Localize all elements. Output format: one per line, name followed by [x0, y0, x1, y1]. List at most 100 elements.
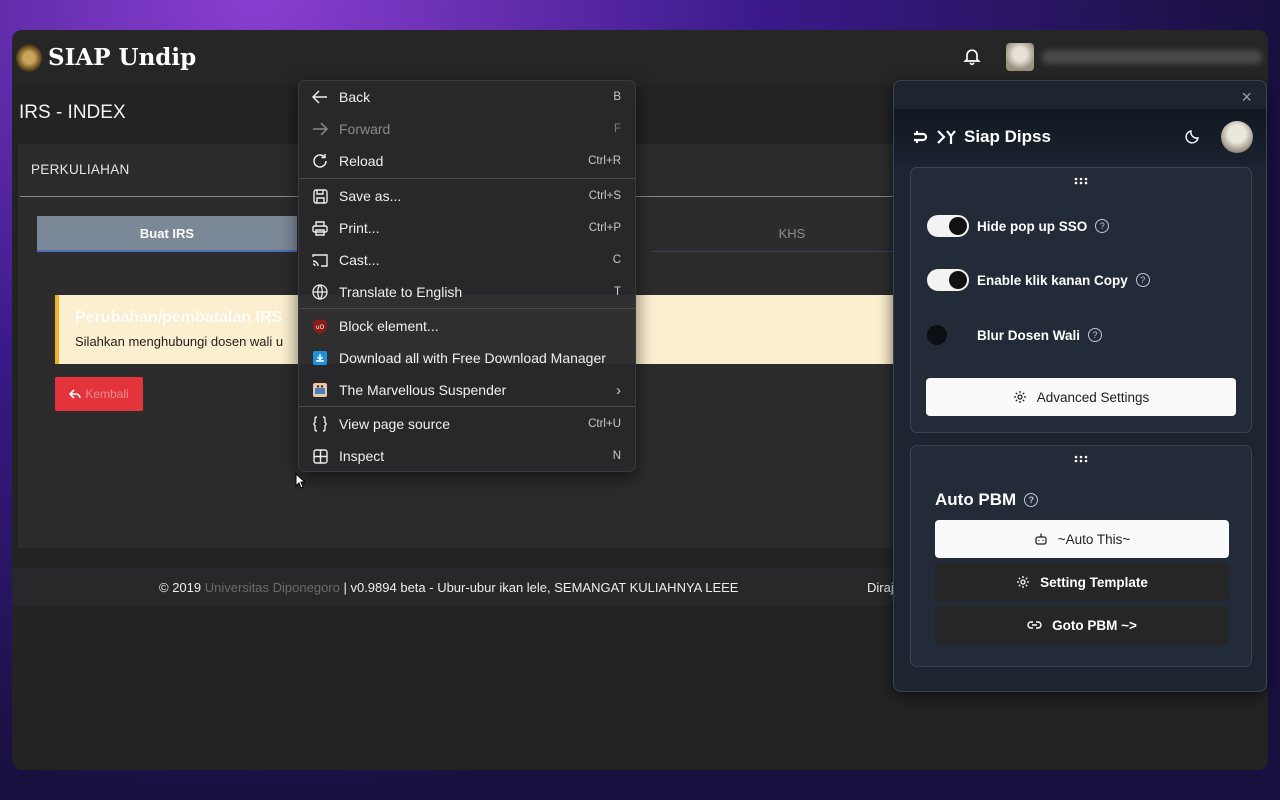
menu-item-block-element[interactable]: uO Block element...: [299, 310, 635, 342]
cast-icon: [311, 251, 329, 269]
menu-separator: [299, 308, 635, 309]
university-link[interactable]: Universitas Diponegoro: [205, 580, 340, 595]
menu-item-free-download-manager[interactable]: Download all with Free Download Manager: [299, 342, 635, 374]
back-button[interactable]: Kembali: [55, 377, 143, 411]
user-avatar[interactable]: [1006, 43, 1034, 71]
menu-item-print[interactable]: Print... Ctrl+P: [299, 212, 635, 244]
help-icon[interactable]: ?: [1135, 273, 1150, 287]
copyright: © 2019: [159, 580, 205, 595]
tab-buat-irs[interactable]: Buat IRS: [37, 216, 297, 252]
reply-icon: [69, 389, 82, 399]
advanced-settings-label: Advanced Settings: [1036, 389, 1150, 405]
setting-template-label: Setting Template: [1040, 574, 1148, 590]
bell-icon[interactable]: [962, 46, 982, 66]
menu-item-back[interactable]: Back B: [299, 81, 635, 113]
menu-separator: [299, 406, 635, 407]
menu-label: Save as...: [339, 188, 402, 204]
toggle-blur-dosen-wali[interactable]: [927, 324, 969, 346]
braces-icon: [311, 415, 329, 433]
menu-label: Download all with Free Download Manager: [339, 350, 606, 366]
back-button-label: Kembali: [85, 387, 129, 401]
chevron-right-icon: ›: [616, 381, 621, 399]
gear-icon: [1013, 391, 1026, 403]
help-icon[interactable]: ?: [1088, 328, 1103, 342]
menu-shortcut: Ctrl+R: [588, 155, 621, 167]
globe-icon: [311, 283, 329, 301]
print-icon: [311, 219, 329, 237]
menu-shortcut: Ctrl+P: [588, 222, 621, 234]
menu-label: View page source: [339, 416, 451, 432]
setting-template-button[interactable]: Setting Template: [935, 563, 1229, 601]
tab-khs[interactable]: KHS: [652, 216, 932, 252]
menu-item-translate[interactable]: Translate to English T: [299, 276, 635, 308]
toggle-row-hide-popup: Hide pop up SSO ?: [927, 214, 1110, 238]
menu-item-inspect[interactable]: Inspect N: [299, 440, 635, 472]
toggle-hide-popup-sso[interactable]: [927, 215, 969, 237]
extension-mark-icon: [937, 130, 956, 144]
site-header: SIAP Undip: [12, 30, 1268, 86]
drag-handle-icon[interactable]: [1074, 177, 1088, 185]
auto-pbm-section: Auto PBM ? ~Auto This~ Setting Template …: [910, 445, 1252, 667]
alert-text: Silahkan menghubungi dosen wali u: [75, 334, 284, 349]
site-brand[interactable]: SIAP Undip: [48, 44, 196, 71]
menu-shortcut: B: [613, 91, 621, 103]
menu-item-view-source[interactable]: View page source Ctrl+U: [299, 408, 635, 440]
version-text: | v0.9894 beta - Ubur-ubur ikan lele, SE…: [339, 580, 739, 595]
auto-pbm-title: Auto PBM ?: [935, 490, 1039, 510]
suspender-icon: [311, 381, 329, 399]
extension-header: Siap Dipss: [894, 109, 1266, 165]
menu-label: Forward: [339, 121, 391, 137]
menu-label: Reload: [339, 153, 384, 169]
help-icon[interactable]: ?: [1095, 219, 1110, 233]
menu-label: Print...: [339, 220, 380, 236]
fdm-icon: [311, 349, 329, 367]
menu-shortcut: F: [613, 123, 621, 135]
close-icon[interactable]: ×: [1241, 87, 1252, 108]
auto-this-button[interactable]: ~Auto This~: [935, 520, 1229, 558]
mouse-cursor-icon: [295, 473, 305, 489]
menu-label: Back: [339, 89, 371, 105]
arrow-right-icon: [311, 120, 329, 138]
gear-icon: [1017, 576, 1030, 588]
moon-icon[interactable]: [1185, 128, 1201, 144]
menu-label: Inspect: [339, 448, 385, 464]
goto-pbm-button[interactable]: Goto PBM ~>: [935, 606, 1229, 644]
menu-separator: [299, 178, 635, 179]
menu-label: Cast...: [339, 252, 380, 268]
toggle-row-blur-dosen: Blur Dosen Wali ?: [927, 323, 1103, 347]
menu-item-reload[interactable]: Reload Ctrl+R: [299, 145, 635, 177]
footer-text: © 2019 Universitas Diponegoro | v0.9894 …: [159, 580, 738, 595]
menu-label: The Marvellous Suspender: [339, 382, 507, 398]
advanced-settings-button[interactable]: Advanced Settings: [926, 378, 1236, 416]
toggle-row-enable-copy: Enable klik kanan Copy ?: [927, 268, 1150, 292]
menu-shortcut: C: [612, 254, 621, 266]
goto-pbm-label: Goto PBM ~>: [1052, 617, 1137, 633]
ublock-icon: uO: [311, 317, 329, 335]
menu-item-marvellous-suspender[interactable]: The Marvellous Suspender ›: [299, 374, 635, 406]
save-icon: [311, 187, 329, 205]
menu-item-save-as[interactable]: Save as... Ctrl+S: [299, 180, 635, 212]
robot-icon: [1035, 532, 1047, 545]
extension-title: Siap Dipss: [964, 127, 1051, 146]
svg-text:uO: uO: [316, 324, 325, 331]
extension-logo-icon: [914, 131, 928, 143]
extension-avatar[interactable]: [1221, 121, 1253, 153]
toggle-enable-klik-kanan-copy[interactable]: [927, 269, 969, 291]
menu-item-forward[interactable]: Forward F: [299, 113, 635, 145]
menu-shortcut: Ctrl+S: [588, 190, 621, 202]
auto-pbm-title-text: Auto PBM: [935, 490, 1017, 509]
menu-item-cast[interactable]: Cast... C: [299, 244, 635, 276]
user-name-blurred[interactable]: [1042, 50, 1262, 64]
help-icon[interactable]: ?: [1024, 493, 1039, 507]
undip-logo: [16, 44, 42, 72]
toggle-label: Hide pop up SSO: [977, 218, 1088, 234]
context-menu: Back B Forward F Reload Ctrl+R Save as..…: [298, 80, 636, 472]
drag-handle-icon[interactable]: [1074, 455, 1088, 463]
alert-heading: Perubahan/pembatalan IRS: [75, 309, 283, 326]
reload-icon: [311, 152, 329, 170]
card-title: PERKULIAHAN: [31, 162, 130, 177]
menu-shortcut: N: [612, 450, 621, 462]
toggle-label: Blur Dosen Wali: [977, 327, 1081, 343]
menu-label: Block element...: [339, 318, 439, 334]
page-title: IRS - INDEX: [19, 102, 126, 123]
